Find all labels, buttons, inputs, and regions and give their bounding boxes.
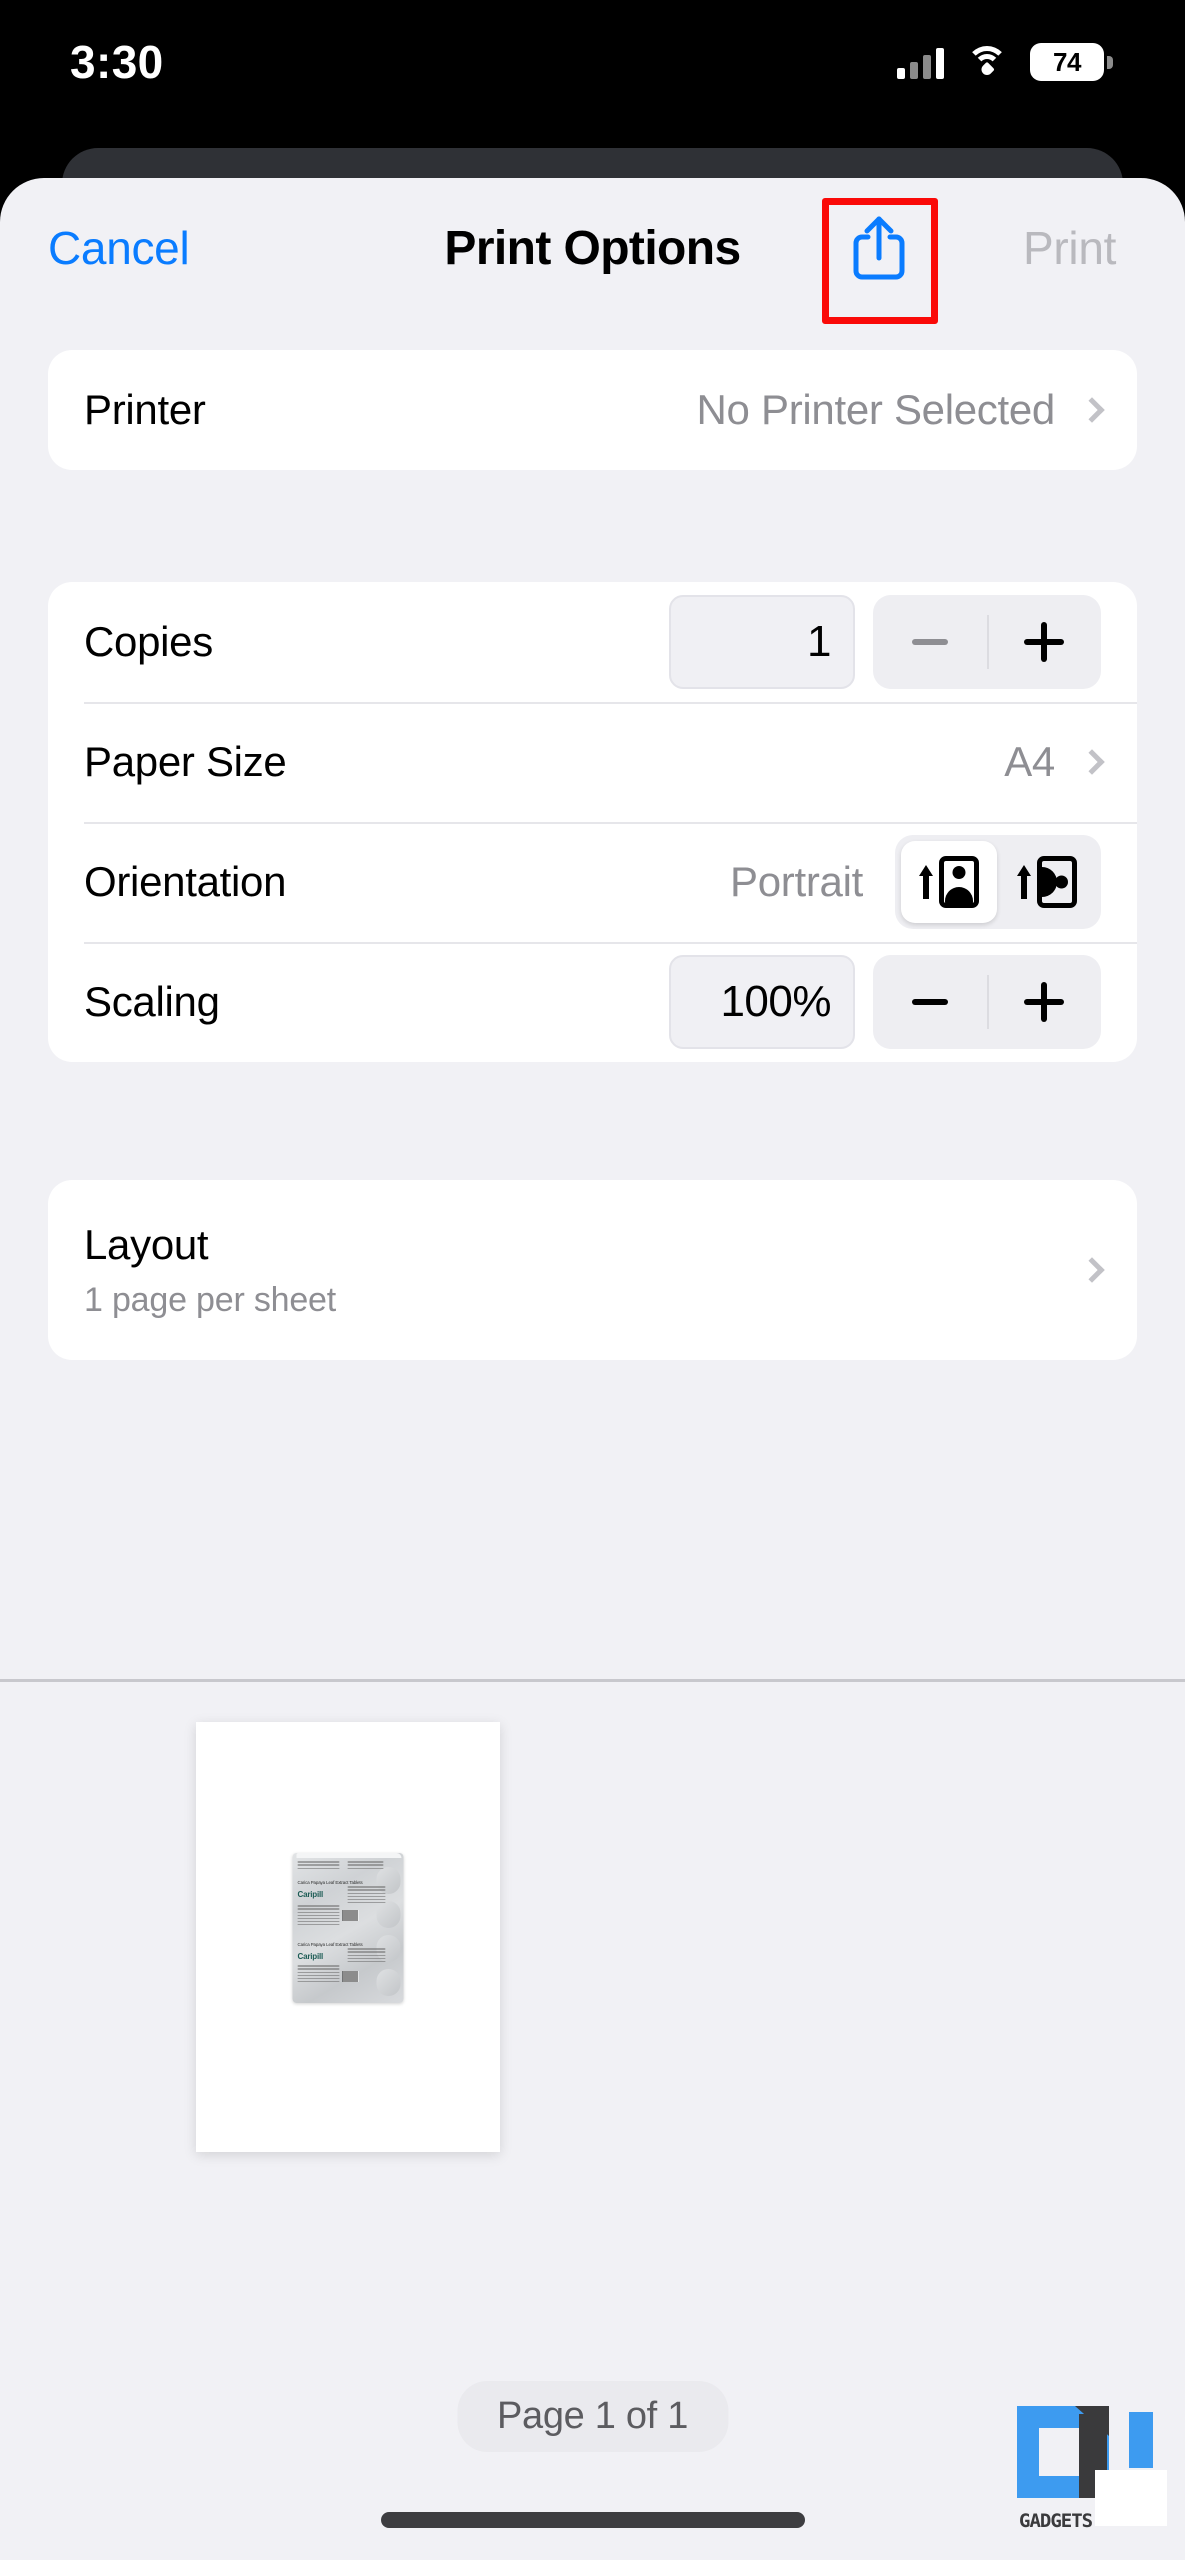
scaling-value-field[interactable]: 100% (669, 955, 855, 1049)
layout-sublabel: 1 page per sheet (84, 1280, 336, 1319)
orientation-row: Orientation Portrait (48, 822, 1137, 942)
chevron-right-icon (1079, 1257, 1105, 1283)
sheet-navigation-bar: Cancel Print Options Print (0, 178, 1185, 324)
copies-value-field[interactable]: 1 (669, 595, 855, 689)
battery-level-label: 74 (1053, 46, 1081, 77)
paper-size-label: Paper Size (84, 738, 287, 785)
page-title: Print Options (444, 221, 741, 275)
printer-row[interactable]: Printer No Printer Selected (48, 350, 1137, 470)
orientation-label: Orientation (84, 858, 287, 905)
wifi-icon (966, 46, 1008, 78)
orientation-segmented-control (895, 835, 1101, 929)
print-button[interactable]: Print (1023, 221, 1116, 275)
copies-stepper (873, 595, 1101, 689)
status-bar-indicators: 74 (897, 43, 1113, 81)
orientation-portrait-button[interactable] (901, 841, 997, 923)
watermark-accent (1129, 2412, 1153, 2468)
share-button[interactable] (831, 200, 927, 296)
home-indicator[interactable] (380, 2512, 805, 2528)
scaling-stepper (873, 955, 1101, 1049)
preview-brand: Caripill (297, 1890, 324, 1900)
print-preview-area: Carica Papaya Leaf Extract Tablets Carip… (0, 1682, 1185, 2560)
printer-value: No Printer Selected (696, 386, 1056, 433)
preview-product-line-2: Carica Papaya Leaf Extract Tablets (297, 1942, 363, 1948)
print-options-sheet: Cancel Print Options Print Printer No Pr… (0, 178, 1185, 2560)
scaling-row: Scaling 100% (48, 942, 1137, 1062)
printer-label: Printer (84, 386, 206, 433)
orientation-portrait-icon (939, 856, 979, 908)
chevron-right-icon (1079, 749, 1105, 775)
layout-section: Layout 1 page per sheet (48, 1180, 1137, 1360)
preview-brand-2: Caripill (297, 1952, 324, 1962)
share-icon (853, 216, 905, 280)
cellular-signal-icon (897, 45, 944, 79)
orientation-landscape-icon (1037, 856, 1077, 908)
status-bar-time: 3:30 (70, 36, 164, 88)
orientation-landscape-button[interactable] (999, 841, 1095, 923)
orientation-value: Portrait (730, 858, 863, 905)
scaling-label: Scaling (84, 978, 220, 1025)
status-bar: 3:30 74 (0, 0, 1185, 112)
preview-document-image: Carica Papaya Leaf Extract Tablets Carip… (292, 1853, 404, 2004)
page-indicator: Page 1 of 1 (456, 2381, 729, 2452)
copies-row: Copies 1 (48, 582, 1137, 702)
watermark-logo: GADGETS (1017, 2406, 1167, 2534)
watermark-text: GADGETS (1019, 2510, 1093, 2532)
battery-icon: 74 (1030, 43, 1113, 81)
watermark-mask (1095, 2470, 1167, 2526)
print-settings-section: Copies 1 Paper Size A4 Orientation Portr… (48, 582, 1137, 1062)
layout-label: Layout (84, 1220, 209, 1268)
preview-page[interactable]: Carica Papaya Leaf Extract Tablets Carip… (196, 1722, 500, 2152)
preview-product-line: Carica Papaya Leaf Extract Tablets (297, 1880, 363, 1886)
copies-label: Copies (84, 618, 213, 665)
scaling-decrement-button[interactable] (873, 955, 987, 1049)
paper-size-row[interactable]: Paper Size A4 (48, 702, 1137, 822)
chevron-right-icon (1079, 397, 1105, 423)
paper-size-value: A4 (1004, 738, 1055, 785)
scaling-increment-button[interactable] (987, 955, 1101, 1049)
copies-increment-button[interactable] (987, 595, 1101, 689)
printer-section: Printer No Printer Selected (48, 350, 1137, 470)
iphone-screen: 3:30 74 Cancel Print Options Print Print… (0, 0, 1185, 2560)
layout-row[interactable]: Layout 1 page per sheet (48, 1180, 1137, 1360)
copies-decrement-button[interactable] (873, 595, 987, 689)
